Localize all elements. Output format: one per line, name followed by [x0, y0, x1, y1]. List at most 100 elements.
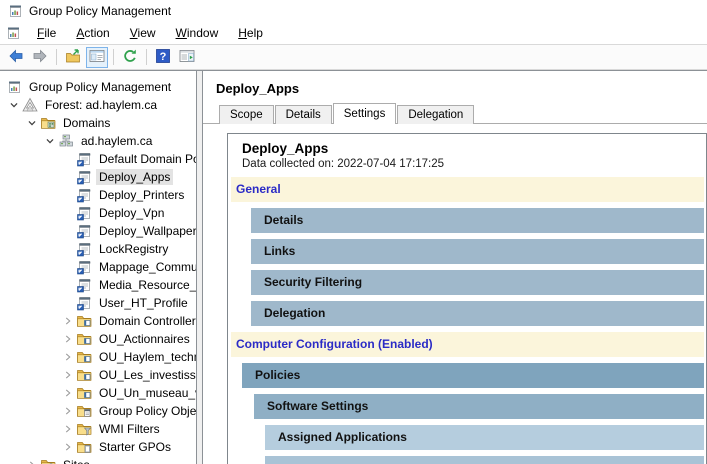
ou-folder-icon [76, 367, 92, 383]
chevron-right-icon[interactable] [60, 439, 76, 455]
tree-item-group-policy-management[interactable]: Group Policy Management [0, 78, 196, 96]
tree-item-deploy-apps[interactable]: Deploy_Apps [0, 168, 196, 186]
tree-item-label: Group Policy Management [26, 79, 174, 95]
gpmc-icon [6, 79, 22, 95]
report-bar-links[interactable]: Links [251, 239, 704, 264]
chevron-down-icon[interactable] [24, 115, 40, 131]
chevron-right-icon[interactable] [60, 331, 76, 347]
toolbar-separator [56, 49, 57, 65]
tab-scope[interactable]: Scope [219, 105, 274, 124]
menu-window[interactable]: Window [166, 23, 229, 43]
action-pane-icon [179, 48, 195, 67]
forward-icon [32, 48, 48, 67]
report-bar-details[interactable]: Details [251, 208, 704, 233]
menu-view[interactable]: View [120, 23, 166, 43]
tree-item-ou-un-museau-vaut-mille-mots[interactable]: OU_Un_museau_vaut_mille_mots [0, 384, 196, 402]
report-bar-policies[interactable]: Policies [242, 363, 704, 388]
report-bar-security-filtering[interactable]: Security Filtering [251, 270, 704, 295]
title-bar: Group Policy Management [0, 0, 707, 22]
tree-item-ou-haylem-technologies[interactable]: OU_Haylem_technologies [0, 348, 196, 366]
tree-item-wmi-filters[interactable]: WMI Filters [0, 420, 196, 438]
back-icon [8, 48, 24, 67]
starter-gpo-folder-icon [76, 439, 92, 455]
tree-item-label: OU_Un_museau_vaut_mille_mots [96, 385, 197, 401]
tree-item-label: OU_Les_investissements_Haynes [96, 367, 197, 383]
svg-text:?: ? [160, 51, 167, 63]
chevron-right-icon[interactable] [60, 421, 76, 437]
chevron-spacer [60, 277, 76, 293]
forward-button[interactable] [29, 47, 51, 68]
chevron-spacer [60, 295, 76, 311]
report-bar-assigned-applications[interactable]: Assigned Applications [265, 425, 704, 450]
back-button[interactable] [5, 47, 27, 68]
settings-report: Deploy_Apps Data collected on: 2022-07-0… [228, 134, 704, 464]
tree-item-label: ad.haylem.ca [78, 133, 155, 149]
tree-item-deploy-wallpaper[interactable]: Deploy_Wallpaper [0, 222, 196, 240]
tree-item-user-ht-profile[interactable]: User_HT_Profile [0, 294, 196, 312]
gpo-icon [76, 295, 92, 311]
chevron-right-icon[interactable] [60, 313, 76, 329]
report-bar-delegation[interactable]: Delegation [251, 301, 704, 326]
menu-help[interactable]: Help [228, 23, 273, 43]
refresh-icon [122, 48, 138, 67]
tree-item-ad-haylem-ca[interactable]: ad.haylem.ca [0, 132, 196, 150]
tab-details[interactable]: Details [275, 105, 332, 124]
tree-item-label: Deploy_Apps [96, 169, 173, 185]
tree-item-domains[interactable]: Domains [0, 114, 196, 132]
tree-item-lockregistry[interactable]: LockRegistry [0, 240, 196, 258]
chevron-right-icon[interactable] [60, 385, 76, 401]
chevron-spacer [60, 205, 76, 221]
menu-bar: FileActionViewWindowHelp [0, 22, 707, 45]
chevron-right-icon[interactable] [24, 457, 40, 464]
tree-item-label: Domains [60, 115, 113, 131]
tree-item-ou-les-investissements-haynes[interactable]: OU_Les_investissements_Haynes [0, 366, 196, 384]
export-list-icon [65, 48, 81, 67]
tree-item-default-domain-policy[interactable]: Default Domain Policy [0, 150, 196, 168]
report-section-general: General [231, 177, 704, 202]
tree-item-sites[interactable]: Sites [0, 456, 196, 464]
gpo-tab-strip: ScopeDetailsSettingsDelegation [219, 103, 707, 124]
report-bar-software-settings[interactable]: Software Settings [254, 394, 704, 419]
chevron-right-icon[interactable] [60, 403, 76, 419]
menu-file[interactable]: File [27, 23, 66, 43]
tab-settings[interactable]: Settings [333, 103, 397, 124]
tree-item-forest-ad-haylem-ca[interactable]: Forest: ad.haylem.ca [0, 96, 196, 114]
action-pane-button[interactable] [176, 47, 198, 68]
console-system-menu-icon[interactable] [5, 25, 21, 41]
ou-folder-icon [76, 331, 92, 347]
gpo-icon [76, 187, 92, 203]
chevron-right-icon[interactable] [60, 367, 76, 383]
chevron-right-icon[interactable] [60, 349, 76, 365]
gpmc-window: Group Policy Management FileActionViewWi… [0, 0, 707, 464]
window-title: Group Policy Management [29, 4, 171, 18]
gpo-pane-title: Deploy_Apps [216, 81, 707, 96]
tab-delegation[interactable]: Delegation [397, 105, 474, 124]
report-collection-timestamp: Data collected on: 2022-07-04 17:17:25 [242, 158, 704, 170]
gpo-icon [76, 151, 92, 167]
help-button[interactable]: ? [152, 47, 174, 68]
tree-item-ou-actionnaires[interactable]: OU_Actionnaires [0, 330, 196, 348]
tree-item-deploy-vpn[interactable]: Deploy_Vpn [0, 204, 196, 222]
report-gpo-name: Deploy_Apps [242, 141, 704, 156]
tree-item-mappage-commun[interactable]: Mappage_Commun [0, 258, 196, 276]
report-bar-partial[interactable] [265, 456, 704, 464]
toolbar-separator [146, 49, 147, 65]
chevron-down-icon[interactable] [6, 97, 22, 113]
sites-folder-icon [40, 457, 56, 464]
menu-action[interactable]: Action [66, 23, 119, 43]
domain-icon [58, 133, 74, 149]
tree-item-group-policy-objects[interactable]: Group Policy Objects [0, 402, 196, 420]
tree-item-label: Forest: ad.haylem.ca [42, 97, 160, 113]
gpo-icon [76, 223, 92, 239]
chevron-down-icon[interactable] [42, 133, 58, 149]
console-tree-button[interactable] [86, 47, 108, 68]
export-list-button[interactable] [62, 47, 84, 68]
refresh-button[interactable] [119, 47, 141, 68]
tree-item-media-resource-access[interactable]: Media_Resource_Access [0, 276, 196, 294]
tree-item-starter-gpos[interactable]: Starter GPOs [0, 438, 196, 456]
tree-item-deploy-printers[interactable]: Deploy_Printers [0, 186, 196, 204]
details-pane: Deploy_Apps ScopeDetailsSettingsDelegati… [202, 71, 707, 464]
tree-item-label: WMI Filters [96, 421, 163, 437]
tree-item-domain-controllers[interactable]: Domain Controllers [0, 312, 196, 330]
gpo-icon [76, 169, 92, 185]
